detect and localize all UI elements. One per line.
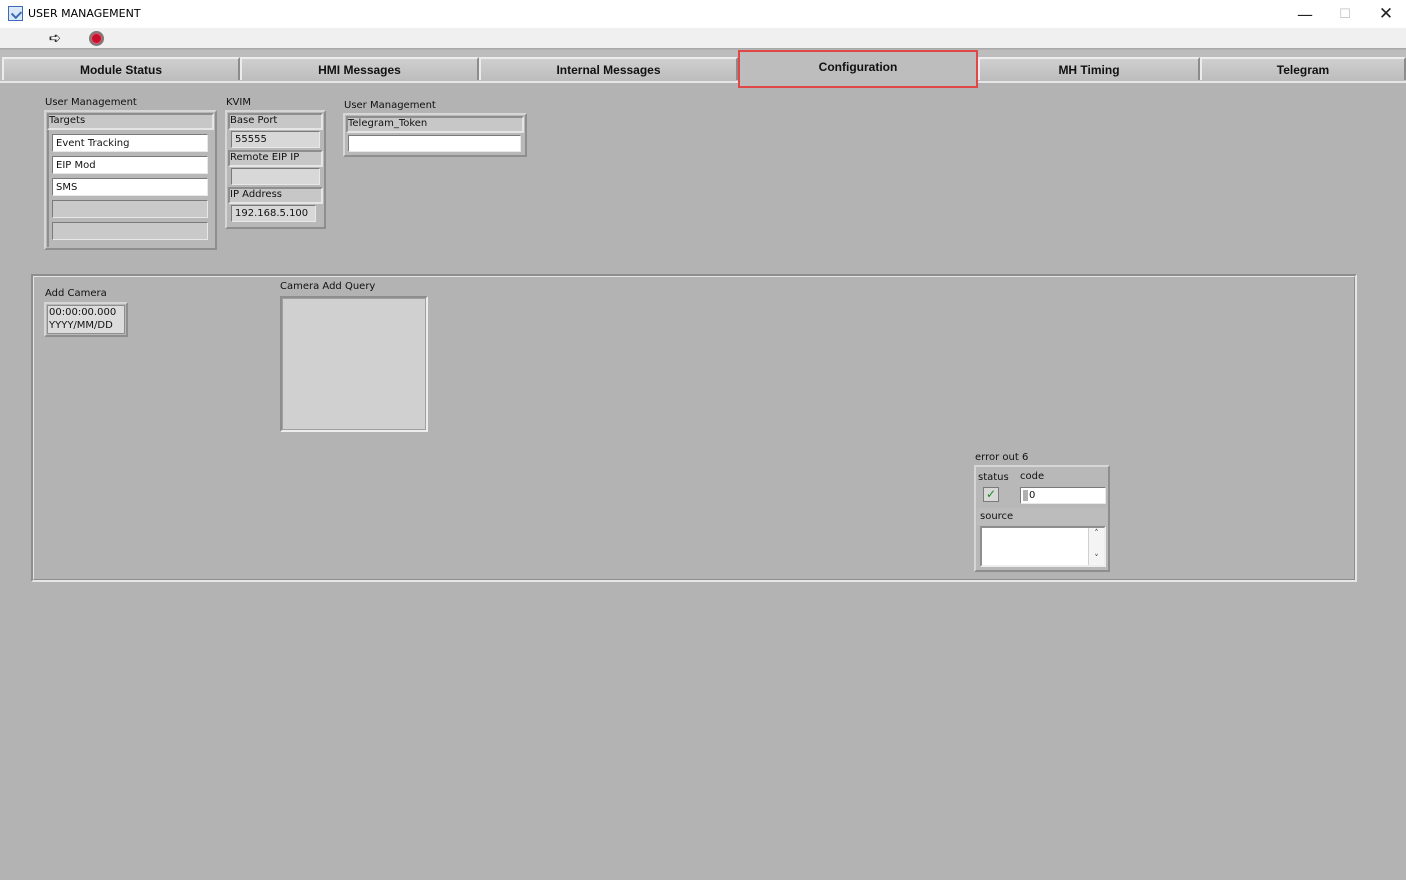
user-management-label: User Management — [45, 97, 137, 108]
target-item[interactable] — [52, 222, 208, 240]
checkmark-icon: ✓ — [983, 487, 999, 502]
camera-section — [31, 274, 1357, 582]
source-label: source — [980, 511, 1014, 522]
window-title: USER MANAGEMENT — [28, 7, 141, 20]
abort-stop-icon[interactable] — [89, 31, 104, 46]
run-arrow-icon[interactable]: ➪ — [46, 30, 64, 47]
tab-hmi-messages[interactable]: HMI Messages — [240, 57, 479, 80]
tab-module-status[interactable]: Module Status — [2, 57, 240, 80]
tab-configuration[interactable]: Configuration — [738, 50, 978, 88]
scroll-up-icon[interactable]: ˄ — [1089, 528, 1104, 540]
user-management-2-label: User Management — [344, 100, 436, 111]
target-item[interactable]: SMS — [52, 178, 208, 196]
telegram-token-field[interactable] — [348, 135, 521, 152]
minimize-button[interactable]: — — [1285, 0, 1325, 28]
base-port-label: Base Port — [230, 115, 278, 126]
add-camera-label: Add Camera — [45, 288, 107, 299]
camera-add-query-label: Camera Add Query — [280, 281, 376, 292]
target-item[interactable]: EIP Mod — [52, 156, 208, 174]
base-port-field[interactable]: 55555 — [231, 131, 320, 148]
target-item[interactable]: Event Tracking — [52, 134, 208, 152]
telegram-token-label: Telegram_Token — [348, 118, 428, 129]
code-field[interactable]: 0 — [1020, 487, 1106, 504]
timestamp-time: 00:00:00.000 — [49, 307, 117, 318]
kvim-label: KVIM — [226, 97, 251, 108]
ip-address-field[interactable]: 192.168.5.100 — [231, 205, 316, 222]
target-item[interactable] — [52, 200, 208, 218]
source-scrollbar[interactable]: ˄ ˅ — [1088, 528, 1104, 565]
error-out-label: error out 6 — [975, 452, 1029, 463]
scroll-down-icon[interactable]: ˅ — [1089, 553, 1104, 565]
tab-internal-messages[interactable]: Internal Messages — [479, 57, 738, 80]
tab-mh-timing[interactable]: MH Timing — [978, 57, 1200, 80]
code-label: code — [1020, 471, 1045, 482]
timestamp-date: YYYY/MM/DD — [49, 320, 113, 331]
tab-telegram[interactable]: Telegram — [1200, 57, 1406, 80]
code-value: 0 — [1029, 490, 1036, 501]
toolbar — [0, 28, 1406, 49]
ip-address-label: IP Address — [230, 189, 282, 200]
remote-eip-field[interactable] — [231, 168, 320, 185]
maximize-button[interactable]: ☐ — [1325, 0, 1365, 28]
status-label: status — [978, 472, 1009, 483]
camera-add-query-box[interactable] — [280, 296, 428, 432]
title-bar — [0, 0, 1406, 28]
app-icon — [8, 6, 23, 21]
remote-eip-label: Remote EIP IP — [230, 152, 300, 163]
targets-label: Targets — [49, 115, 86, 126]
close-button[interactable]: ✕ — [1366, 0, 1406, 28]
